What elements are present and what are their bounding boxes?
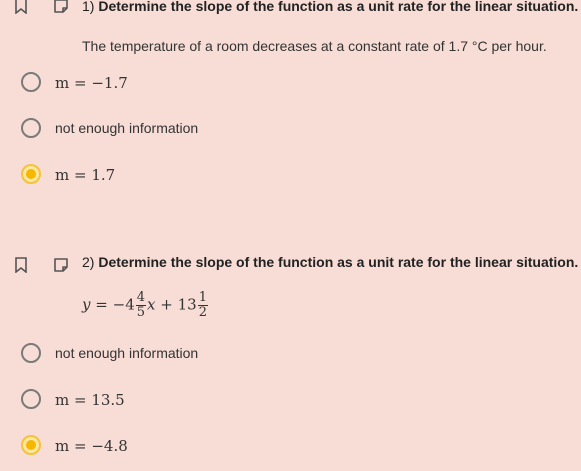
option-label-q2-b[interactable]: m = 13.5 bbox=[55, 391, 125, 409]
equation-whole2: 13 bbox=[177, 295, 197, 314]
comment-icon-q2[interactable] bbox=[53, 257, 69, 278]
bookmark-icon-q2[interactable] bbox=[14, 257, 28, 278]
option-radio-q2-b[interactable] bbox=[21, 389, 41, 409]
fraction1-numerator: 4 bbox=[135, 290, 147, 306]
equation-q2: y = −4 4 5 x + 13 1 2 bbox=[82, 291, 209, 320]
question-title-1: 1) Determine the slope of the function a… bbox=[82, 0, 578, 14]
equation-fraction-2: 12 bbox=[197, 290, 209, 320]
fraction2-numerator: 1 bbox=[197, 290, 209, 306]
option-radio-q1-b[interactable] bbox=[21, 118, 41, 138]
equation-lhs: y bbox=[82, 295, 91, 314]
option-radio-q2-c-selected[interactable] bbox=[21, 435, 41, 455]
equation-var: x bbox=[147, 295, 156, 314]
question-number-2: 2) bbox=[82, 254, 95, 270]
equation-equals: = bbox=[95, 295, 108, 314]
equation-fraction-1: 45 bbox=[135, 290, 147, 320]
fraction1-denominator: 5 bbox=[136, 305, 146, 320]
option-label-q1-c[interactable]: m = 1.7 bbox=[55, 166, 115, 184]
equation-sign1: − bbox=[112, 295, 126, 314]
question-number-1: 1) bbox=[82, 0, 95, 14]
option-radio-q2-a[interactable] bbox=[21, 343, 41, 363]
equation-sign2: + bbox=[160, 295, 173, 314]
comment-icon-q1[interactable] bbox=[53, 0, 69, 19]
fraction2-denominator: 2 bbox=[198, 305, 208, 320]
equation-whole1: 4 bbox=[125, 295, 135, 314]
question-text-2: Determine the slope of the function as a… bbox=[98, 254, 579, 270]
option-label-q2-a[interactable]: not enough information bbox=[55, 345, 198, 361]
option-radio-q1-a[interactable] bbox=[21, 72, 41, 92]
question-prompt-1: The temperature of a room decreases at a… bbox=[82, 38, 547, 54]
question-text-1: Determine the slope of the function as a… bbox=[98, 0, 579, 14]
bookmark-icon-q1[interactable] bbox=[14, 0, 28, 19]
option-label-q1-b[interactable]: not enough information bbox=[55, 120, 198, 136]
question-title-2: 2) Determine the slope of the function a… bbox=[82, 254, 578, 270]
option-radio-q1-c-selected[interactable] bbox=[21, 164, 41, 184]
option-label-q1-a[interactable]: m = −1.7 bbox=[55, 74, 128, 92]
option-label-q2-c[interactable]: m = −4.8 bbox=[55, 437, 128, 455]
